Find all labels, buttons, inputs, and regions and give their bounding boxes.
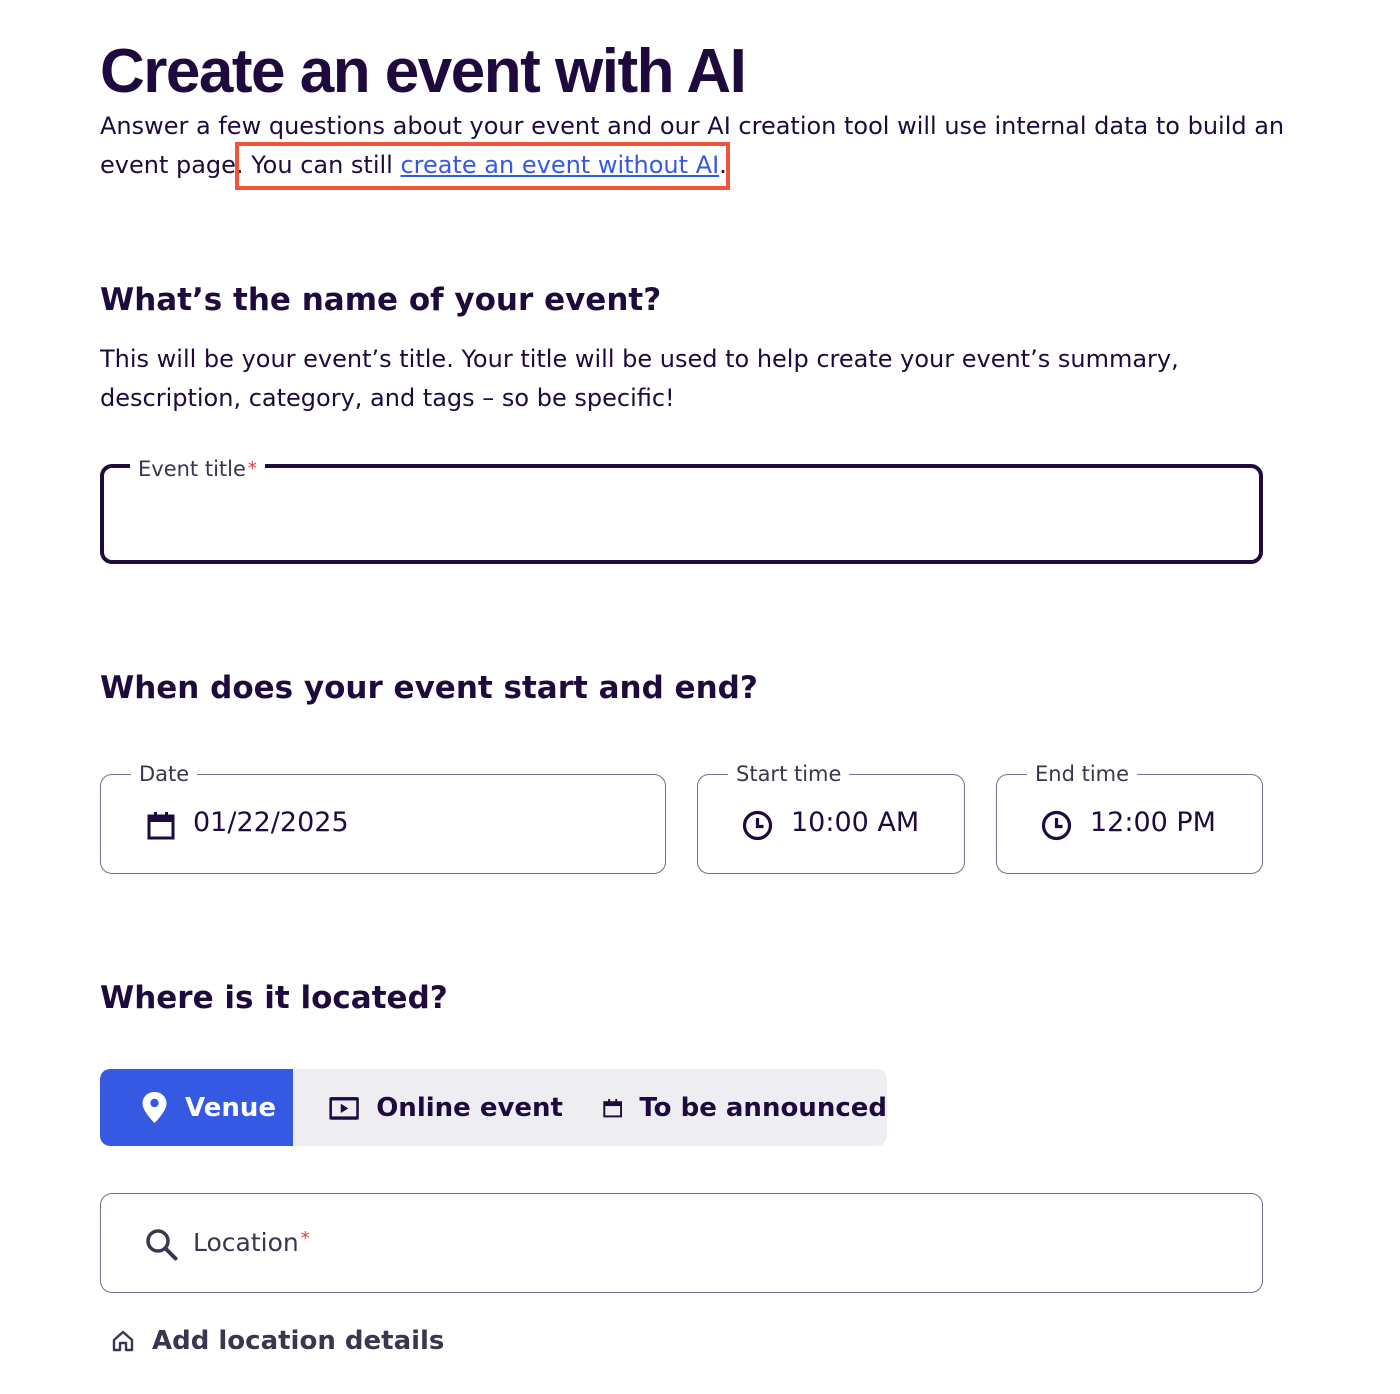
- home-icon: [112, 1330, 134, 1352]
- highlight-annotation: [235, 142, 730, 190]
- event-title-label-text: Event title: [138, 457, 246, 481]
- end-time-label: End time: [1027, 762, 1138, 786]
- date-value: 01/22/2025: [193, 807, 349, 838]
- calendar-icon: [147, 812, 175, 840]
- clock-icon: [742, 810, 773, 841]
- location-type-selector: Venue Online event To be announced: [100, 1069, 887, 1146]
- name-section-description: This will be your event’s title. Your ti…: [100, 340, 1300, 418]
- required-asterisk: *: [300, 1228, 310, 1249]
- online-event-option[interactable]: Online event: [293, 1069, 563, 1146]
- map-pin-icon: [142, 1092, 167, 1123]
- end-time-value: 12:00 PM: [1090, 807, 1216, 838]
- location-placeholder: Location *: [193, 1228, 310, 1257]
- location-search-field[interactable]: Location *: [100, 1193, 1263, 1293]
- event-title-label: Event title *: [130, 457, 265, 481]
- location-placeholder-text: Location: [193, 1228, 299, 1257]
- add-location-details-label: Add location details: [152, 1326, 445, 1356]
- intro-line-2-prefix: event page.: [100, 151, 244, 179]
- to-be-announced-option-label: To be announced: [639, 1092, 887, 1123]
- add-location-details-link[interactable]: Add location details: [112, 1326, 444, 1356]
- start-time-value: 10:00 AM: [791, 807, 920, 838]
- date-label: Date: [131, 762, 198, 786]
- required-asterisk: *: [247, 458, 257, 479]
- clock-icon: [1041, 810, 1072, 841]
- online-event-option-label: Online event: [376, 1092, 563, 1123]
- venue-option[interactable]: Venue: [100, 1069, 293, 1146]
- event-title-field[interactable]: Event title *: [100, 457, 1263, 564]
- location-section-heading: Where is it located?: [100, 980, 448, 1016]
- time-section-heading: When does your event start and end?: [100, 670, 758, 706]
- end-time-field[interactable]: End time 12:00 PM: [996, 762, 1263, 874]
- intro-line-1: Answer a few questions about your event …: [100, 112, 1285, 140]
- calendar-icon: [603, 1098, 623, 1117]
- start-time-label: Start time: [728, 762, 850, 786]
- name-desc-line-1: This will be your event’s title. Your ti…: [100, 345, 1179, 373]
- name-desc-line-2: description, category, and tags – so be …: [100, 384, 675, 412]
- to-be-announced-option[interactable]: To be announced: [563, 1069, 887, 1146]
- search-icon: [146, 1229, 178, 1261]
- video-icon: [329, 1096, 359, 1120]
- date-field[interactable]: Date 01/22/2025: [100, 762, 666, 874]
- name-section-heading: What’s the name of your event?: [100, 282, 662, 318]
- start-time-field[interactable]: Start time 10:00 AM: [697, 762, 965, 874]
- page-title: Create an event with AI: [100, 37, 747, 106]
- venue-option-label: Venue: [185, 1092, 276, 1123]
